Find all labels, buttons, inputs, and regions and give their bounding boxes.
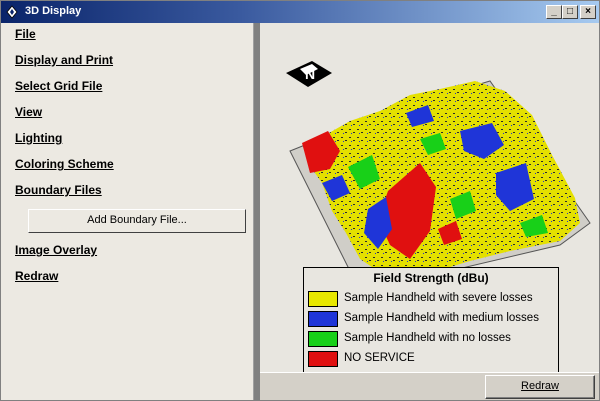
legend-label: Sample Handheld with severe losses [344, 292, 533, 304]
menu-coloring-scheme[interactable]: Coloring Scheme [15, 157, 114, 171]
legend-swatch [308, 331, 338, 347]
options-panel: File Display and Print Select Grid File … [1, 23, 253, 400]
menu-lighting[interactable]: Lighting [15, 131, 62, 145]
menu-image-overlay[interactable]: Image Overlay [15, 243, 97, 257]
add-boundary-file-button[interactable]: Add Boundary File... [28, 209, 246, 233]
menu-select-grid-file[interactable]: Select Grid File [15, 79, 102, 93]
terrain-surface [289, 80, 591, 286]
legend-swatch [308, 311, 338, 327]
north-arrow-icon: N [286, 61, 332, 87]
legend-title: Field Strength (dBu) [373, 271, 489, 285]
close-button[interactable]: × [580, 5, 596, 19]
redraw-button-label: Redraw [521, 380, 559, 392]
legend: Field Strength (dBu) Sample Handheld wit… [303, 267, 559, 373]
legend-swatch [308, 351, 338, 367]
legend-label: Sample Handheld with no losses [344, 332, 511, 344]
menu-view[interactable]: View [15, 105, 42, 119]
window: 3D Display _ □ × File Display and Print … [0, 0, 600, 401]
maximize-button[interactable]: □ [562, 5, 578, 19]
panel-splitter[interactable] [253, 23, 260, 400]
legend-label: Sample Handheld with medium losses [344, 312, 539, 324]
legend-swatch [308, 291, 338, 307]
menu-file[interactable]: File [15, 27, 36, 41]
menu-redraw[interactable]: Redraw [15, 269, 58, 283]
3d-view[interactable]: N Field Strength (dBu) Sample Handheld w… [260, 23, 599, 373]
redraw-button[interactable]: Redraw [485, 375, 595, 399]
minimize-button[interactable]: _ [546, 5, 562, 19]
menu-display-and-print[interactable]: Display and Print [15, 53, 113, 67]
app-icon [6, 5, 18, 19]
north-label: N [305, 66, 315, 82]
title-bar[interactable]: 3D Display _ □ × [1, 1, 599, 23]
legend-label: NO SERVICE [344, 352, 415, 364]
menu-boundary-files[interactable]: Boundary Files [15, 183, 102, 197]
bottom-bar: Redraw [260, 372, 599, 400]
window-title: 3D Display [25, 5, 82, 17]
